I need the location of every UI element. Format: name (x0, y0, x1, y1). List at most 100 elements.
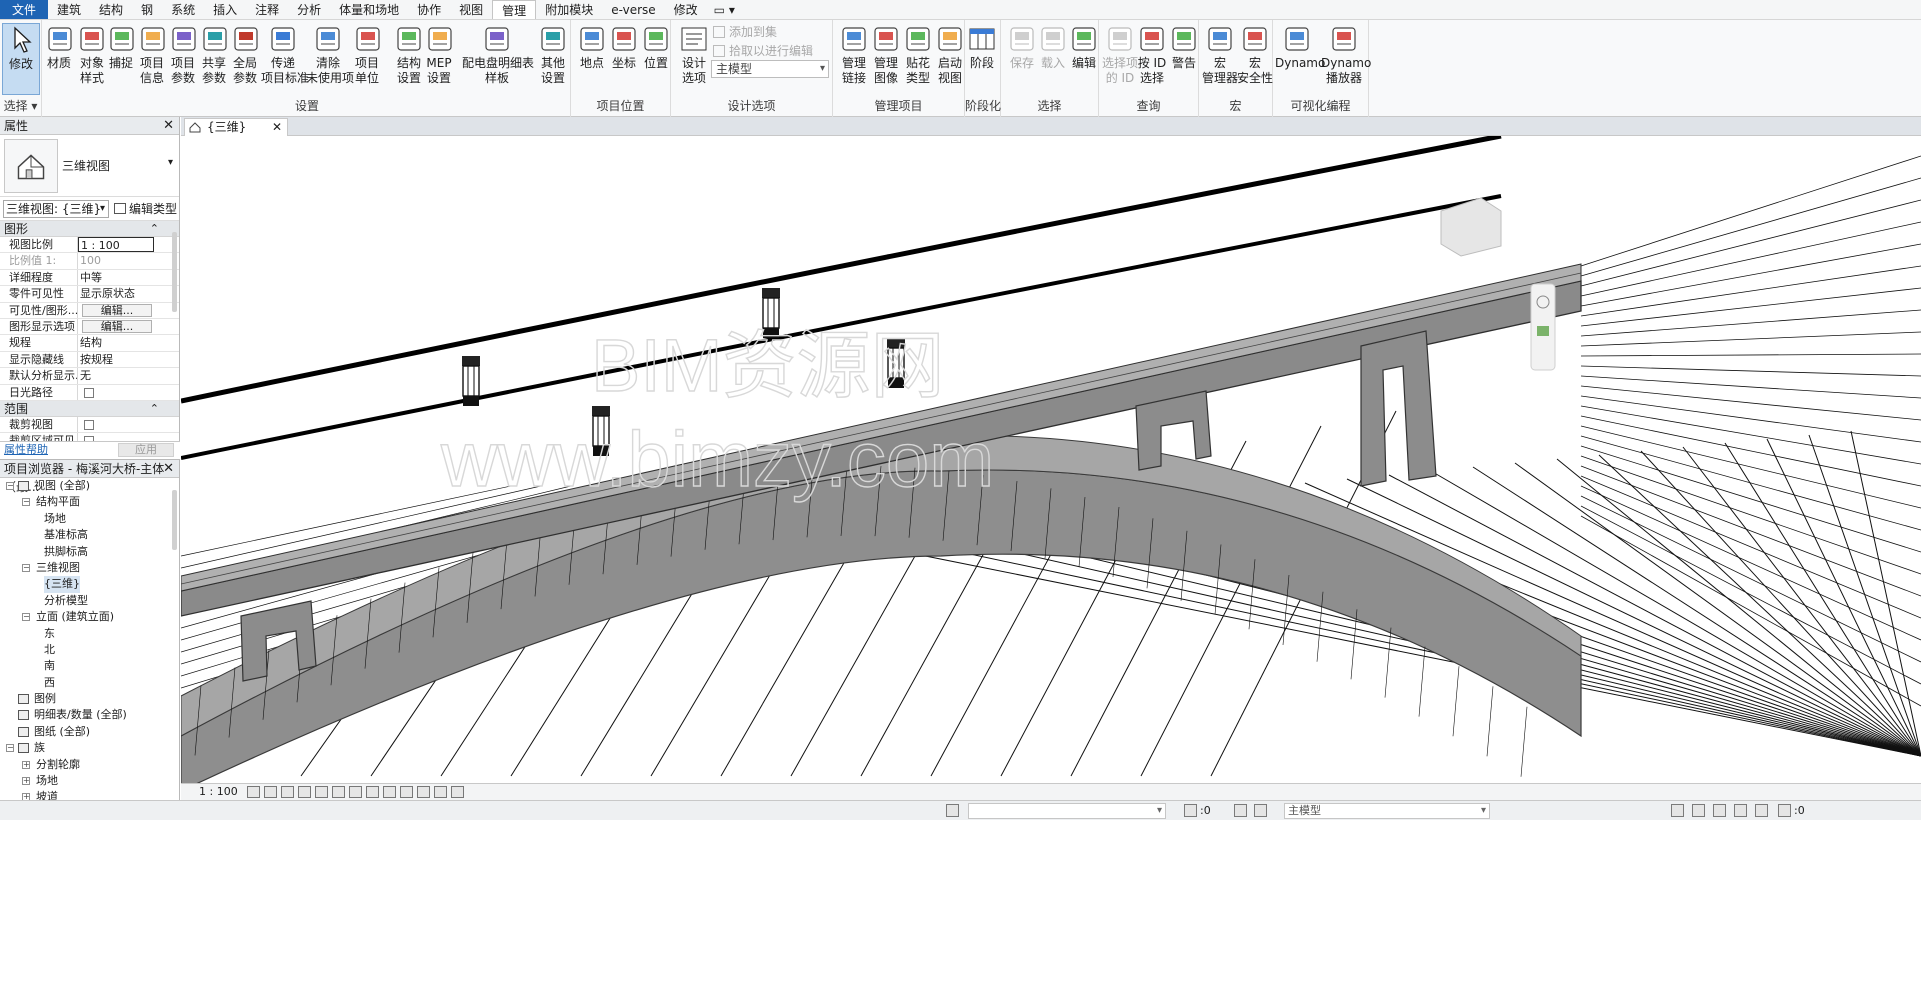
temporary-hide-icon[interactable] (383, 786, 396, 798)
group-graphics[interactable]: 图形 ⌃ (0, 221, 179, 237)
mep-settings-button[interactable]: MEP 设置 (424, 23, 454, 93)
browser-node[interactable]: 基准标高 (0, 527, 179, 543)
browser-scrollbar[interactable] (172, 490, 177, 550)
browser-node[interactable]: {三维} (0, 576, 179, 593)
property-value[interactable]: 编辑... (78, 319, 154, 334)
browser-node[interactable]: + 场地 (0, 773, 179, 789)
browser-node[interactable]: − 结构平面 (0, 494, 179, 510)
shadows-icon[interactable] (298, 786, 311, 798)
object-styles-button[interactable]: 对象 样式 (75, 23, 109, 93)
tab-3[interactable]: 钢 (132, 0, 162, 19)
tab-4[interactable]: 系统 (162, 0, 204, 19)
tab-2[interactable]: 结构 (90, 0, 132, 19)
worksets-icon[interactable] (946, 804, 959, 817)
property-checkbox[interactable] (84, 387, 94, 398)
property-value[interactable]: 按规程 (78, 352, 154, 367)
panel-schedule-button[interactable]: 配电盘明细表 样板 (462, 23, 534, 93)
browser-node[interactable]: 拱脚标高 (0, 544, 179, 560)
select-dropdown[interactable]: 选择 ▾ (0, 97, 41, 114)
add-to-set-button[interactable]: 添加到集 (713, 23, 777, 40)
properties-help-link[interactable]: 属性帮助 (4, 442, 48, 458)
crop-view-icon[interactable] (332, 786, 345, 798)
collapse-icon[interactable]: − (22, 498, 30, 507)
project-info-button[interactable]: 项目 信息 (137, 23, 167, 93)
instance-selector[interactable]: 三维视图: {三维} (3, 200, 109, 218)
edit-button[interactable]: 编辑... (82, 319, 152, 333)
expand-icon[interactable]: + (22, 760, 30, 769)
expand-icon[interactable]: + (22, 777, 30, 786)
select-links-icon[interactable] (1671, 804, 1684, 817)
browser-node[interactable]: − 族 (0, 740, 179, 756)
navigation-bar[interactable] (1530, 283, 1556, 371)
wrench-button[interactable]: 其他 设置 (536, 23, 570, 93)
visual-style-icon[interactable] (264, 786, 277, 798)
transfer-standards-button[interactable]: 传递 项目标准 (261, 23, 309, 93)
exclude-options-icon[interactable] (1254, 804, 1267, 817)
tab-12[interactable]: 附加模块 (536, 0, 602, 19)
group-extents[interactable]: 范围 ⌃ (0, 400, 179, 417)
highlight-displacement-icon[interactable] (451, 786, 464, 798)
tab-10[interactable]: 视图 (450, 0, 492, 19)
modify-button[interactable]: 修改 (2, 23, 40, 95)
quick-access-icon[interactable]: ▭ ▾ (707, 0, 742, 19)
macro-btns-1-button[interactable]: 宏安全性 (1236, 23, 1274, 93)
status-main-model-select[interactable]: 主模型 (1284, 803, 1490, 819)
close-browser-icon[interactable]: ✕ (163, 460, 174, 478)
browser-node[interactable]: + 分割轮廓 (0, 757, 179, 773)
view-tab-3d[interactable]: {三维} ✕ (184, 118, 288, 136)
type-selector[interactable]: 三维视图 ▾ (0, 135, 179, 197)
selection-btns-2-button[interactable]: 编辑 (1065, 23, 1103, 93)
position-button[interactable]: 位置 (637, 23, 675, 93)
filter-icon[interactable] (1778, 804, 1791, 817)
browser-node[interactable]: − 三维视图 (0, 560, 179, 576)
tab-7[interactable]: 分析 (288, 0, 330, 19)
select-underlay-icon[interactable] (1692, 804, 1705, 817)
properties-scrollbar[interactable] (172, 232, 177, 312)
snaps-button[interactable]: 捕捉 (106, 23, 136, 93)
shared-parameters-button[interactable]: 共享 参数 (199, 23, 229, 93)
select-pinned-icon[interactable] (1713, 804, 1726, 817)
workset-select[interactable] (968, 803, 1166, 819)
tab-11[interactable]: 管理 (492, 0, 537, 19)
phases-button[interactable]: 阶段 (965, 23, 999, 93)
tab-9[interactable]: 协作 (408, 0, 450, 19)
view-scale[interactable]: 1 : 100 (199, 784, 238, 800)
show-crop-icon[interactable] (349, 786, 362, 798)
browser-node[interactable]: 西 (0, 675, 179, 691)
tab-14[interactable]: 修改 (665, 0, 707, 19)
macro-btns-0-button[interactable]: 宏管理器 (1201, 23, 1239, 93)
analytical-model-icon[interactable] (434, 786, 447, 798)
design-options-status-icon[interactable] (1234, 804, 1247, 817)
drag-elements-icon[interactable] (1755, 804, 1768, 817)
global-parameters-button[interactable]: 全局 参数 (230, 23, 260, 93)
editable-only-icon[interactable] (1184, 804, 1197, 817)
browser-node[interactable]: 南 (0, 658, 179, 674)
property-value[interactable]: 编辑... (78, 303, 154, 318)
property-value[interactable] (78, 417, 154, 432)
property-value[interactable]: 1 : 100 (78, 237, 154, 253)
sun-path-icon[interactable] (281, 786, 294, 798)
property-value[interactable]: 显示原状态 (78, 286, 154, 301)
browser-node[interactable]: 图例 (0, 691, 179, 707)
select-by-face-icon[interactable] (1734, 804, 1747, 817)
tab-5[interactable]: 插入 (204, 0, 246, 19)
browser-node[interactable]: 明细表/数量 (全部) (0, 707, 179, 723)
tab-6[interactable]: 注释 (246, 0, 288, 19)
manage-btns-3-button[interactable]: 启动 视图 (931, 23, 969, 93)
zoom-icon[interactable] (1537, 326, 1549, 336)
browser-node[interactable]: 图纸 (全部) (0, 724, 179, 740)
dynamo-btns-1-button[interactable]: Dynamo 播放器 (1321, 23, 1371, 93)
inquiry-btns-2-button[interactable]: 警告 (1165, 23, 1203, 93)
edit-type-button[interactable]: 编辑类型 (114, 200, 177, 218)
pick-to-edit-button[interactable]: 拾取以进行编辑 (713, 42, 813, 59)
tab-0[interactable]: 文件 (0, 0, 49, 19)
edit-button[interactable]: 编辑... (82, 303, 152, 317)
project-units-button[interactable]: 项目 单位 (352, 23, 382, 93)
materials-button[interactable]: 材质 (44, 23, 74, 93)
property-value[interactable]: 结构 (78, 335, 154, 350)
browser-node[interactable]: − 立面 (建筑立面) (0, 609, 179, 625)
browser-node[interactable]: 分析模型 (0, 593, 179, 609)
property-value[interactable]: 中等 (78, 270, 154, 285)
tab-8[interactable]: 体量和场地 (330, 0, 408, 19)
drawing-canvas[interactable]: BIM资源网 www.bimzy.com (181, 136, 1921, 783)
